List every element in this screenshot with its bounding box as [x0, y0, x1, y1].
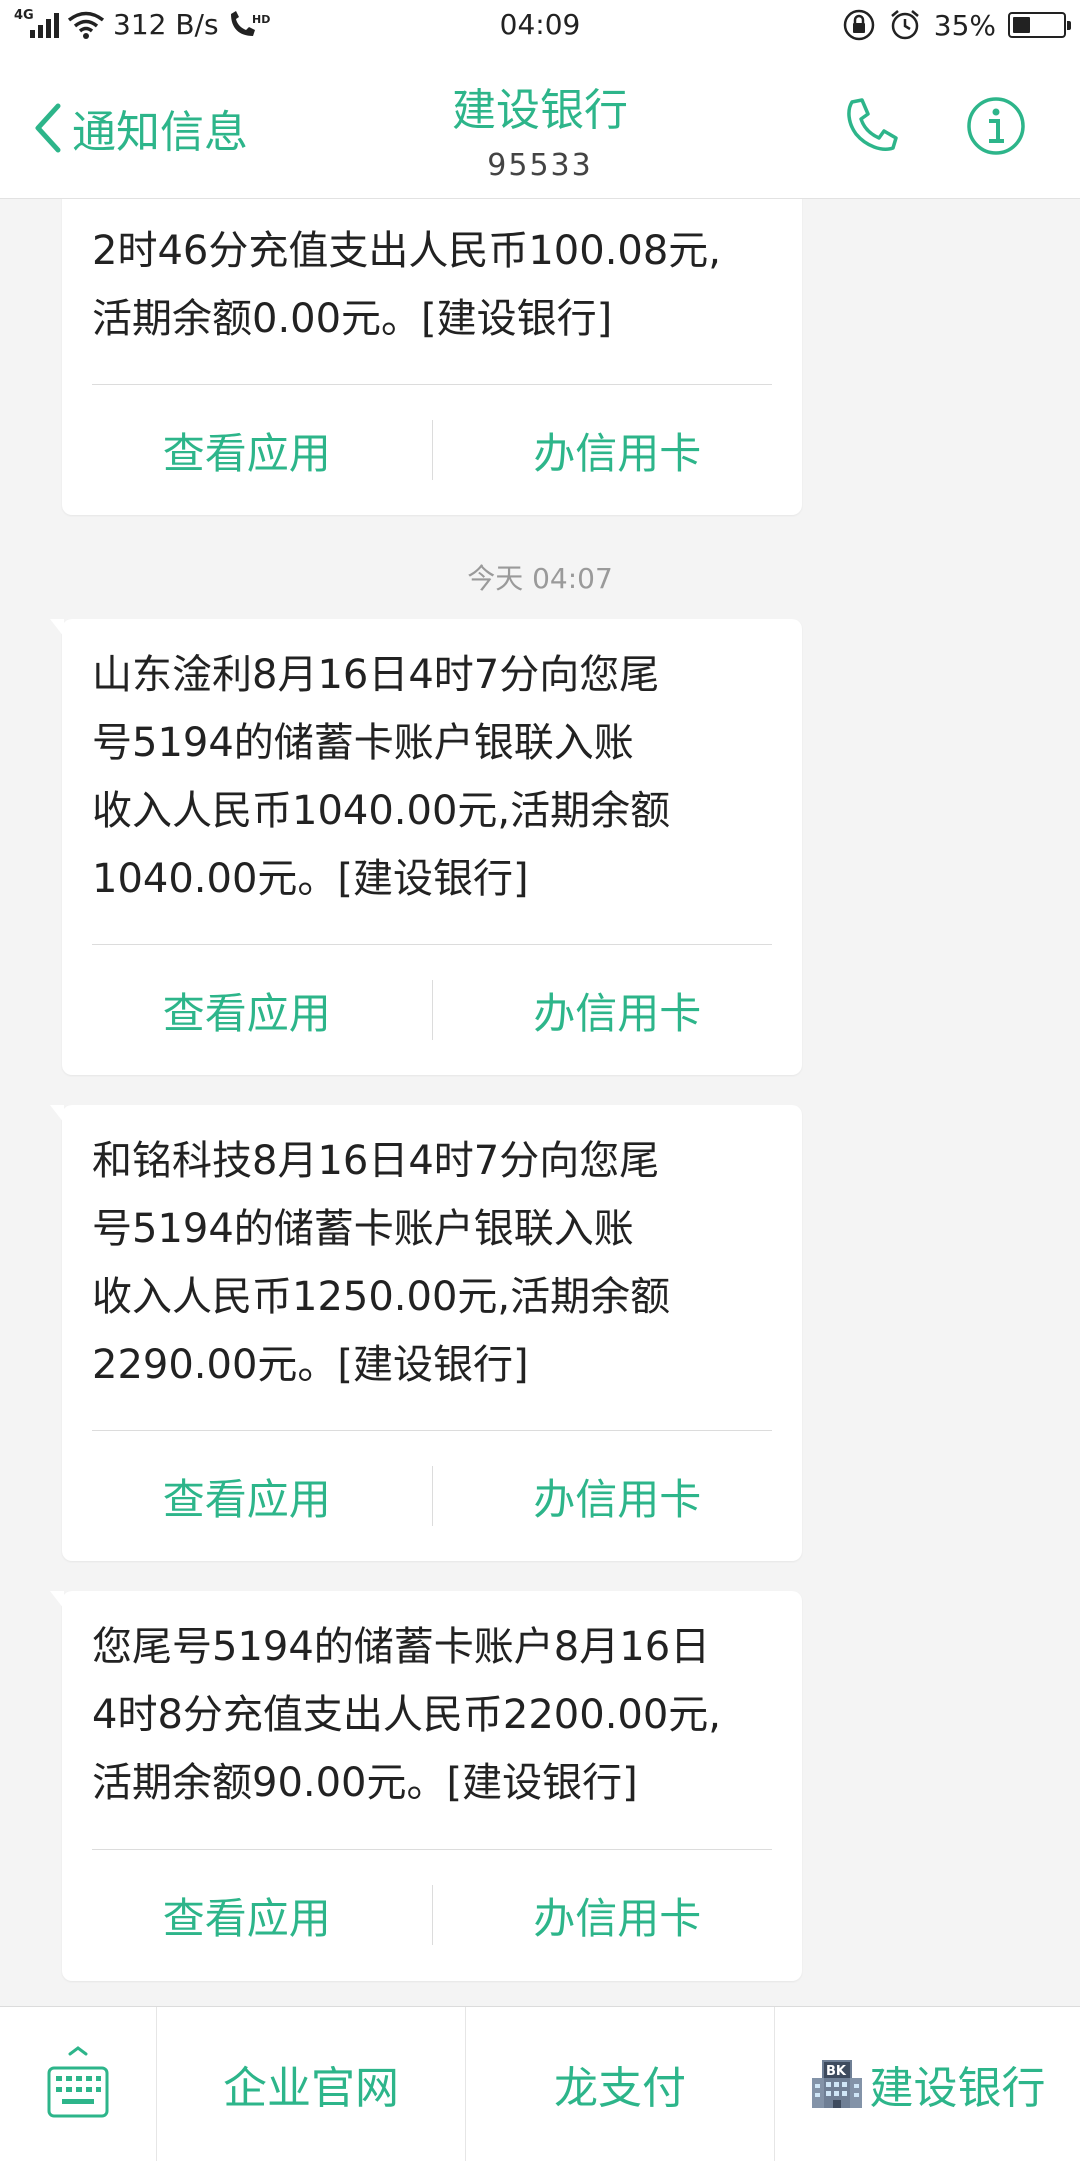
apply-credit-card-link[interactable]: 办信用卡 [433, 1885, 803, 1946]
signal-icon: 4G [14, 8, 59, 38]
message-bubble[interactable]: 您尾号5194的储蓄卡账户8月16日 4时8分充值支出人民币2200.00元, … [50, 1591, 803, 1981]
message-list[interactable]: 2时46分充值支出人民币100.08元, 活期余额0.00元。[建设银行] 查看… [0, 199, 1080, 2006]
message-bubble[interactable]: 和铭科技8月16日4时7分向您尾 号5194的储蓄卡账户银联入账 收入人民币12… [50, 1105, 803, 1561]
bank-building-icon: BK [811, 2060, 862, 2108]
message-timestamp: 今天 04:07 [467, 562, 613, 595]
message-text: 和铭科技8月16日4时7分向您尾 号5194的储蓄卡账户银联入账 收入人民币12… [92, 1138, 671, 1388]
menu-ccb[interactable]: BK 建设银行 [775, 2007, 1080, 2161]
message-bubble[interactable]: 山东淦利8月16日4时7分向您尾 号5194的储蓄卡账户银联入账 收入人民币10… [50, 619, 803, 1075]
rotation-lock-icon [843, 9, 875, 41]
phone-icon[interactable] [842, 96, 898, 156]
view-app-link[interactable]: 查看应用 [62, 420, 432, 481]
menu-corporate-website[interactable]: 企业官网 [157, 2007, 466, 2161]
battery-percent: 35% [933, 8, 996, 42]
keyboard-icon [47, 2046, 109, 2118]
message-text: 2时46分充值支出人民币100.08元, 活期余额0.00元。[建设银行] [92, 228, 722, 342]
hd-call-icon: HD [230, 10, 270, 36]
battery-icon [1008, 12, 1071, 38]
apply-credit-card-link[interactable]: 办信用卡 [433, 420, 803, 481]
apply-credit-card-link[interactable]: 办信用卡 [433, 1466, 803, 1527]
menu-long-pay[interactable]: 龙支付 [466, 2007, 775, 2161]
conversation-header: 通知信息 建设银行 95533 [0, 52, 1080, 199]
contact-name: 建设银行 [452, 85, 628, 136]
view-app-link[interactable]: 查看应用 [62, 1466, 432, 1527]
contact-number: 95533 [487, 148, 593, 183]
network-type: 4G [14, 7, 34, 23]
service-menu-bar: 企业官网 龙支付 BK 建设银行 [0, 2006, 1080, 2161]
message-bubble[interactable]: 2时46分充值支出人民币100.08元, 活期余额0.00元。[建设银行] 查看… [62, 199, 802, 515]
contact-title: 建设银行 95533 [0, 74, 1080, 183]
message-text: 您尾号5194的储蓄卡账户8月16日 4时8分充值支出人民币2200.00元, … [92, 1624, 722, 1806]
keyboard-toggle-button[interactable] [0, 2007, 157, 2161]
alarm-icon [890, 10, 919, 40]
network-speed: 312 B/s [113, 8, 219, 41]
view-app-link[interactable]: 查看应用 [62, 980, 432, 1041]
menu-ccb-label: 建设银行 [869, 2063, 1046, 2114]
apply-credit-card-link[interactable]: 办信用卡 [433, 980, 803, 1041]
message-text: 山东淦利8月16日4时7分向您尾 号5194的储蓄卡账户银联入账 收入人民币10… [92, 652, 671, 902]
status-bar: 4G 312 B/s HD 04:09 35% [0, 0, 1080, 52]
hd-badge: HD [252, 13, 270, 26]
wifi-icon [67, 11, 105, 39]
view-app-link[interactable]: 查看应用 [62, 1885, 432, 1946]
bank-icon-label: BK [826, 2064, 847, 2079]
info-icon[interactable] [966, 96, 1026, 156]
